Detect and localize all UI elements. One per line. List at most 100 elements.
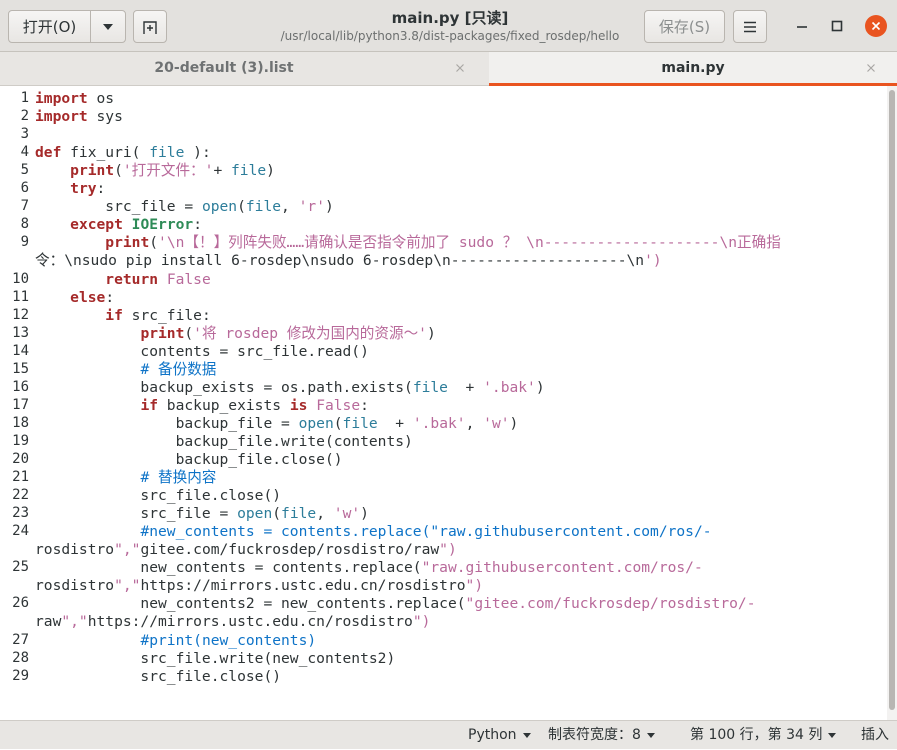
code-text: try:: [70, 180, 106, 198]
line-number: 16: [12, 378, 29, 395]
code-text: import os: [35, 90, 115, 107]
code-text: src_file = open(file, 'w'): [35, 505, 369, 523]
window-title: main.py [只读]: [391, 9, 509, 27]
tab-close-icon[interactable]: [453, 61, 467, 75]
code-text: backup_file.write(contents): [35, 432, 413, 450]
chevron-down-icon: [646, 732, 655, 738]
line-number: 8: [20, 216, 29, 233]
tab-width-label: 制表符宽度：8: [548, 727, 641, 743]
code-text: print('打开文件：'+ file): [70, 162, 275, 180]
title-block: main.py [只读] /usr/local/lib/python3.8/di…: [200, 9, 700, 44]
file-path: /usr/local/lib/python3.8/dist-packages/f…: [280, 29, 620, 43]
minimize-icon: [797, 26, 807, 28]
code-text: src_file.close(): [35, 667, 282, 685]
maximize-button[interactable]: [827, 14, 847, 38]
code-text: src_file.close(): [35, 487, 282, 505]
chevron-down-icon: [103, 23, 113, 30]
insert-mode-indicator: 插入: [861, 727, 889, 743]
line-number: 18: [12, 414, 29, 431]
code-text: backup_exists = os.path.exists(file + '.…: [35, 378, 545, 396]
line-number: 10: [12, 270, 29, 287]
code-text: if backup_exists is False:: [140, 396, 369, 414]
open-button[interactable]: 打开(O): [8, 10, 91, 43]
line-number: 6: [20, 180, 29, 197]
line-number: 12: [12, 306, 29, 323]
tab-bar: 20-default (3).list main.py: [0, 52, 897, 86]
code-text: # 替换内容: [140, 469, 217, 487]
line-number: 19: [12, 432, 29, 449]
line-number: 25: [12, 559, 29, 576]
line-number: 27: [12, 631, 29, 648]
new-tab-button[interactable]: [133, 10, 167, 43]
line-number: 17: [12, 396, 29, 413]
code-text: new_contents2 = new_contents.replace("gi…: [35, 595, 756, 613]
line-number: 3: [20, 126, 29, 143]
open-menu-button[interactable]: [90, 10, 126, 43]
minimize-button[interactable]: [792, 14, 812, 38]
chevron-down-icon: [522, 732, 531, 738]
close-icon: [871, 21, 881, 31]
code-text: raw","https://mirrors.ustc.edu.cn/rosdis…: [35, 613, 431, 631]
hamburger-icon: [744, 21, 756, 32]
language-label: Python: [468, 727, 517, 743]
line-number: 26: [12, 595, 29, 612]
code-text: backup_file.close(): [35, 451, 343, 468]
code-text: if src_file:: [105, 306, 211, 324]
line-number: 28: [12, 649, 29, 666]
code-text: #print(new_contents): [140, 631, 317, 649]
header-bar: 打开(O) main.py [只读] /usr/local/lib/python…: [0, 0, 897, 52]
line-number: 11: [12, 288, 29, 305]
open-button-group: 打开(O): [8, 10, 126, 43]
line-number: 23: [12, 505, 29, 522]
line-number: 15: [12, 360, 29, 377]
scrollbar-thumb[interactable]: [889, 90, 895, 710]
code-text: new_contents = contents.replace("raw.git…: [35, 559, 703, 577]
code-text: print('\n【！】列阵失败……请确认是否指令前加了 sudo ？ \n--…: [105, 234, 781, 252]
line-number: 13: [12, 324, 29, 341]
maximize-icon: [831, 20, 843, 32]
code-text: 令：\nsudo pip install 6-rosdep\nsudo 6-ro…: [35, 252, 662, 270]
line-number: 9: [20, 234, 29, 251]
code-text: print('将 rosdep 修改为国内的资源～'): [140, 324, 436, 342]
tab-label: main.py: [661, 60, 725, 76]
close-window-button[interactable]: [865, 15, 887, 37]
tab-label: 20-default (3).list: [154, 60, 294, 76]
code-text: contents = src_file.read(): [35, 342, 369, 360]
tab-close-icon[interactable]: [864, 61, 878, 75]
line-number: 20: [12, 451, 29, 467]
hamburger-menu-button[interactable]: [733, 10, 767, 43]
code-text: return False: [105, 270, 211, 288]
code-text: import sys: [35, 108, 123, 126]
line-number: 1: [20, 90, 29, 106]
code-text: #new_contents = contents.replace("raw.gi…: [140, 523, 712, 541]
code-editor[interactable]: 1 import os 2 import sys 3 4 def fix_uri( file…: [0, 86, 887, 720]
status-bar: Python 制表符宽度：8 第 100 行，第 34 列 插入: [0, 720, 897, 749]
line-number: 4: [20, 144, 29, 161]
line-number: 2: [20, 108, 29, 125]
code-text: def fix_uri( file ):: [35, 144, 211, 162]
save-button[interactable]: 保存(S): [644, 10, 725, 43]
line-number: 29: [12, 667, 29, 684]
code-text: # 备份数据: [140, 360, 217, 378]
language-selector[interactable]: Python: [468, 721, 531, 750]
line-number: 5: [20, 162, 29, 179]
tab-main-py[interactable]: main.py: [489, 52, 897, 86]
code-text: else:: [70, 288, 115, 306]
code-text: backup_file = open(file + '.bak', 'w'): [35, 414, 519, 432]
tab-20-default-list[interactable]: 20-default (3).list: [0, 52, 464, 86]
code-text: rosdistro","gitee.com/fuckrosdep/rosdist…: [35, 541, 457, 559]
vertical-scrollbar[interactable]: [887, 86, 897, 720]
chevron-down-icon: [828, 732, 837, 738]
line-number: 21: [12, 469, 29, 486]
tab-width-selector[interactable]: 制表符宽度：8: [548, 721, 655, 750]
line-number: 22: [12, 487, 29, 504]
code-text: except IOError:: [70, 216, 202, 234]
new-tab-icon: [143, 20, 157, 34]
line-number: 14: [12, 342, 29, 359]
cursor-position-label: 第 100 行，第 34 列: [690, 727, 823, 743]
cursor-position[interactable]: 第 100 行，第 34 列: [690, 721, 837, 750]
code-text: src_file = open(file, 'r'): [35, 198, 334, 216]
code-text: rosdistro","https://mirrors.ustc.edu.cn/…: [35, 577, 484, 595]
code-text: src_file.write(new_contents2): [35, 649, 396, 667]
line-number: 7: [20, 198, 29, 215]
